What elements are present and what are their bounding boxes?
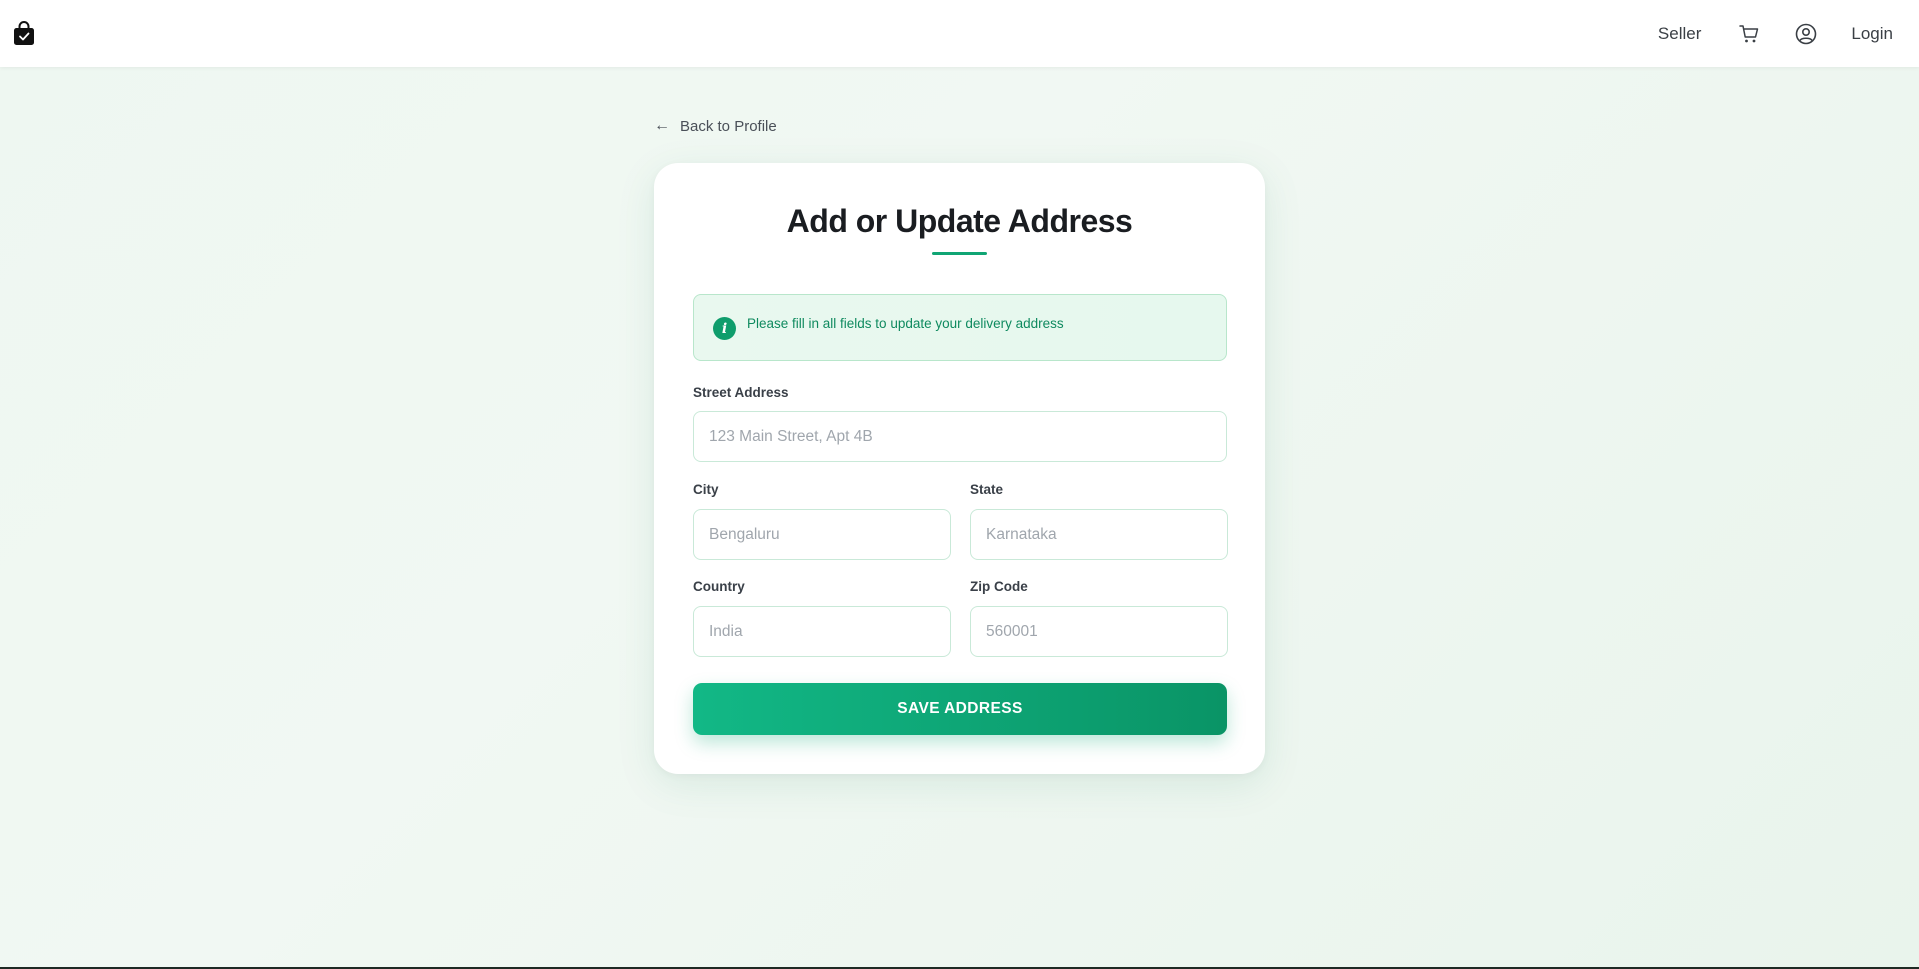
back-link-label: Back to Profile xyxy=(680,117,777,135)
save-address-button[interactable]: SAVE ADDRESS xyxy=(693,683,1227,735)
address-form-card: Add or Update Address i Please fill in a… xyxy=(654,163,1265,774)
title-underline xyxy=(932,252,987,255)
shopping-cart-icon[interactable] xyxy=(1738,23,1760,45)
info-banner: i Please fill in all fields to update yo… xyxy=(693,294,1227,361)
street-address-label: Street Address xyxy=(693,385,789,400)
city-input[interactable] xyxy=(693,509,951,560)
nav-right-group: Seller Login xyxy=(1658,23,1893,45)
state-input[interactable] xyxy=(970,509,1228,560)
seller-link[interactable]: Seller xyxy=(1658,24,1701,44)
city-label: City xyxy=(693,482,719,497)
arrow-left-icon: ← xyxy=(654,117,670,134)
country-input[interactable] xyxy=(693,606,951,657)
state-label: State xyxy=(970,482,1004,497)
zip-code-label: Zip Code xyxy=(970,579,1028,594)
info-message: Please fill in all fields to update your… xyxy=(747,316,1064,331)
street-address-input[interactable] xyxy=(693,411,1227,462)
info-icon: i xyxy=(713,317,736,340)
user-circle-icon[interactable] xyxy=(1795,23,1817,45)
shopping-bag-icon[interactable] xyxy=(12,21,36,47)
back-to-profile-link[interactable]: ← Back to Profile xyxy=(654,117,777,135)
login-link[interactable]: Login xyxy=(1851,24,1893,44)
country-label: Country xyxy=(693,579,745,594)
top-navbar: Seller Login xyxy=(0,0,1919,67)
zip-code-input[interactable] xyxy=(970,606,1228,657)
page-title: Add or Update Address xyxy=(786,203,1133,239)
